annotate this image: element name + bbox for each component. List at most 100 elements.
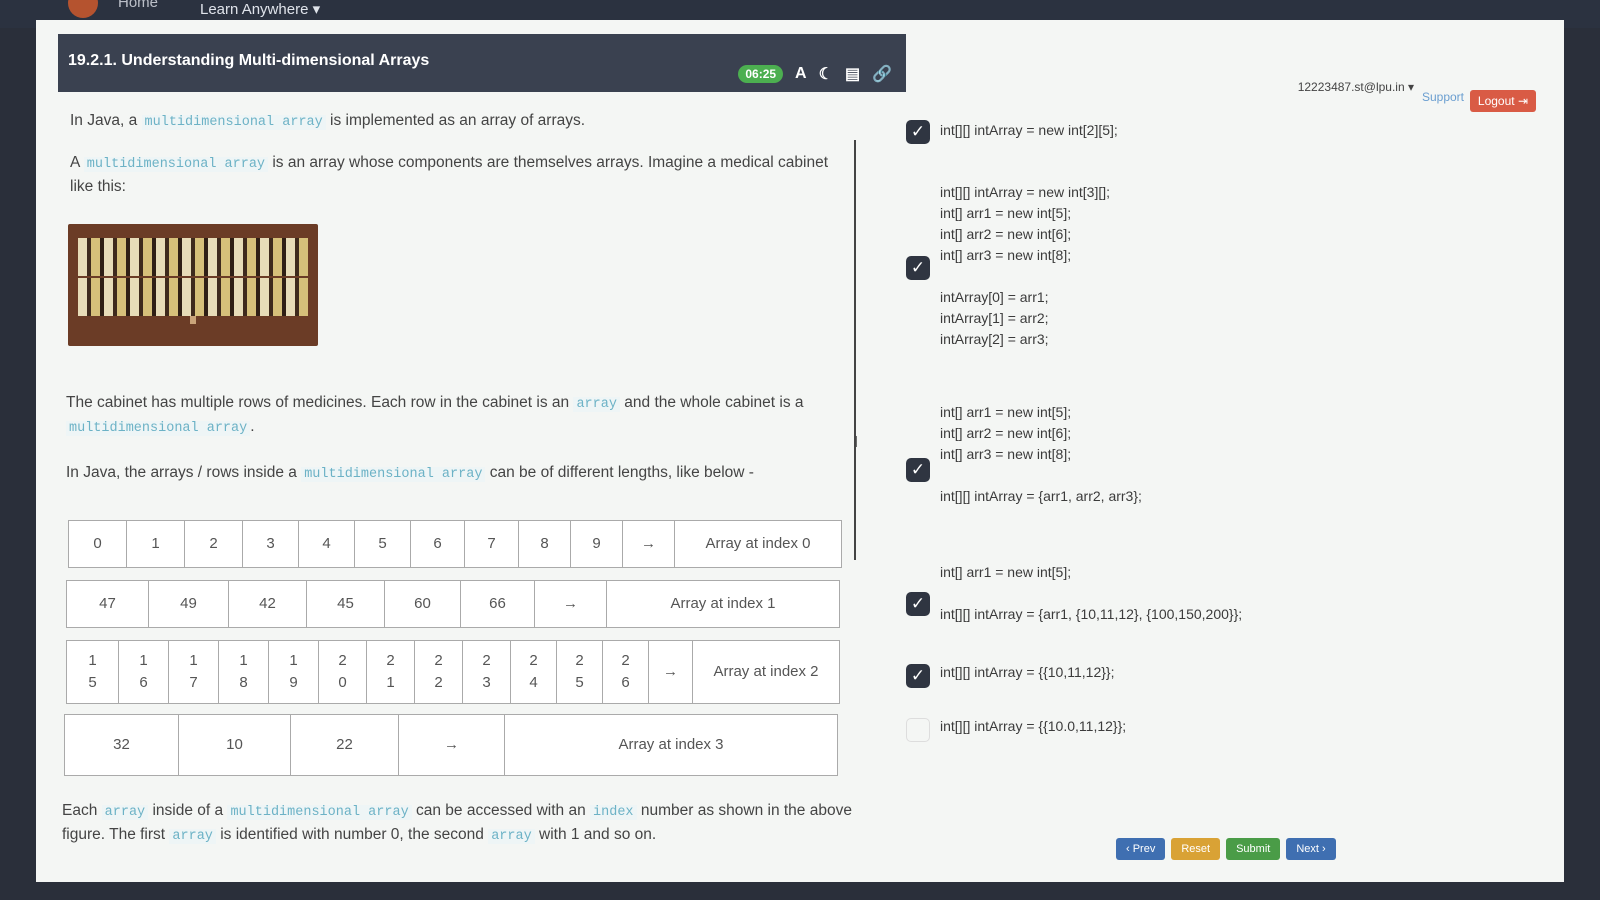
lesson-tools: 06:25 A ☾ ▤ 🔗 — [738, 64, 892, 84]
panel-divider[interactable] — [854, 140, 856, 560]
text: The cabinet has multiple rows of medicin… — [66, 394, 574, 411]
learn-anywhere-menu[interactable]: Learn Anywhere ▾ — [200, 0, 320, 18]
array-cell: 66 — [461, 581, 535, 627]
option-checkbox[interactable]: ✓ — [906, 664, 930, 688]
option-code: int[][] intArray = new int[3][]; int[] a… — [940, 184, 1111, 347]
array-cell: 2 5 — [557, 641, 603, 703]
array-cell: 1 5 — [67, 641, 119, 703]
code-term: array — [573, 397, 620, 412]
option-code: int[][] intArray = {{10.0,11,12}}; — [940, 718, 1127, 734]
array-cell: 42 — [229, 581, 307, 627]
array-cell: 5 — [355, 521, 411, 567]
paragraph-lengths: In Java, the arrays / rows inside a mult… — [66, 462, 856, 486]
code-term: multidimensional array — [227, 805, 412, 820]
text: can be of different lengths, like below … — [485, 464, 754, 481]
array-cell: 2 3 — [463, 641, 511, 703]
main-screen: 19.2.1. Understanding Multi-dimensional … — [36, 20, 1564, 882]
array-cell: 1 9 — [269, 641, 319, 703]
home-link[interactable]: Home — [118, 0, 158, 11]
option-checkbox[interactable]: ✓ — [906, 592, 930, 616]
text: In Java, the arrays / rows inside a — [66, 464, 302, 481]
array-index-label: Array at index 3 — [618, 736, 724, 753]
array-index-label: Array at index 1 — [670, 595, 776, 612]
code-term: array — [101, 805, 149, 820]
array-cell: 22 — [291, 715, 399, 775]
array-cell: 2 1 — [367, 641, 415, 703]
lesson-header: 19.2.1. Understanding Multi-dimensional … — [58, 34, 906, 92]
option-checkbox[interactable]: ✓ — [906, 718, 930, 742]
text: Each — [62, 802, 102, 819]
layout-icon[interactable]: ▤ — [845, 64, 860, 84]
prev-button[interactable]: ‹ Prev — [1116, 838, 1166, 860]
option-code: int[][] intArray = {{10,11,12}}; — [940, 664, 1115, 680]
navigation-buttons: ‹ Prev Reset Submit Next › — [1116, 838, 1336, 860]
paragraph-cabinet: The cabinet has multiple rows of medicin… — [66, 392, 856, 440]
code-term: array — [169, 829, 216, 844]
option-code: int[] arr1 = new int[5]; int[][] intArra… — [940, 564, 1243, 622]
cabinet-shelf — [78, 278, 308, 316]
submit-button[interactable]: Submit — [1226, 838, 1281, 860]
array-cell: 49 — [149, 581, 229, 627]
paragraph-definition: A multidimensional array is an array who… — [70, 152, 830, 198]
code-term: multidimensional array — [301, 467, 486, 482]
array-cell: 4 — [299, 521, 355, 567]
array-cell: 9 — [571, 521, 623, 567]
option-checkbox[interactable]: ✓ — [906, 458, 930, 482]
code-term: multidimensional array — [141, 115, 326, 130]
brand-logo[interactable] — [68, 0, 98, 18]
array-index-label: Array at index 2 — [713, 663, 819, 680]
array-cell: 1 7 — [169, 641, 219, 703]
font-size-icon[interactable]: A — [795, 65, 807, 83]
timer-badge: 06:25 — [738, 65, 784, 83]
code-term: array — [488, 829, 535, 844]
array-row-0: 0 1 2 3 4 5 6 7 8 9 → Array at index 0 — [68, 520, 842, 568]
user-email[interactable]: 12223487.st@lpu.in ▾ — [1298, 80, 1414, 94]
link-icon[interactable]: 🔗 — [872, 64, 892, 84]
reset-button[interactable]: Reset — [1171, 838, 1221, 860]
array-cell: 2 0 — [319, 641, 367, 703]
array-cell: 10 — [179, 715, 291, 775]
next-button[interactable]: Next › — [1286, 838, 1336, 860]
array-cell: 2 6 — [603, 641, 649, 703]
option-checkbox[interactable]: ✓ — [906, 120, 930, 144]
option-checkbox[interactable]: ✓ — [906, 256, 930, 280]
array-cell: 45 — [307, 581, 385, 627]
array-cell: 2 — [185, 521, 243, 567]
array-index-label: Array at index 0 — [705, 535, 811, 552]
text: In Java, a — [70, 112, 142, 129]
arrow-icon: → — [535, 581, 607, 627]
array-cell: 1 — [127, 521, 185, 567]
paragraph-index: Each array inside of a multidimensional … — [62, 800, 852, 848]
paragraph-intro: In Java, a multidimensional array is imp… — [70, 110, 585, 134]
array-cell: 8 — [519, 521, 571, 567]
options-panel: ✓ int[][] intArray = new int[2][5]; ✓ int[]… — [906, 102, 1546, 842]
array-cell: 2 4 — [511, 641, 557, 703]
array-cell: 60 — [385, 581, 461, 627]
code-term: index — [590, 805, 637, 820]
text: is identified with number 0, the second — [215, 826, 489, 843]
page-title: 19.2.1. Understanding Multi-dimensional … — [68, 52, 430, 69]
text: can be accessed with an — [411, 802, 591, 819]
array-row-2: 1 51 61 71 81 92 02 12 22 32 42 52 6 → Arr… — [66, 640, 840, 704]
array-cell: 3 — [243, 521, 299, 567]
cabinet-shelf — [78, 238, 308, 276]
code-term: multidimensional array — [83, 157, 269, 172]
text: and the whole cabinet is a — [619, 394, 804, 411]
array-cell: 2 2 — [415, 641, 463, 703]
array-row-3: 32 10 22 → Array at index 3 — [64, 714, 838, 776]
array-cell: 6 — [411, 521, 465, 567]
text: inside of a — [148, 802, 228, 819]
arrow-icon: → — [623, 521, 675, 567]
text: is implemented as an array of arrays. — [325, 112, 586, 129]
cabinet-knob — [190, 316, 196, 324]
array-cell: 0 — [69, 521, 127, 567]
dark-mode-icon[interactable]: ☾ — [819, 64, 833, 84]
lesson-content: In Java, a multidimensional array is imp… — [62, 102, 858, 872]
array-cell: 32 — [65, 715, 179, 775]
array-cell: 1 8 — [219, 641, 269, 703]
array-row-1: 47 49 42 45 60 66 → Array at index 1 — [66, 580, 840, 628]
array-cell: 1 6 — [119, 641, 169, 703]
option-code: int[][] intArray = new int[2][5]; — [940, 122, 1118, 138]
medical-cabinet-image — [68, 224, 318, 346]
text: . — [250, 418, 255, 435]
